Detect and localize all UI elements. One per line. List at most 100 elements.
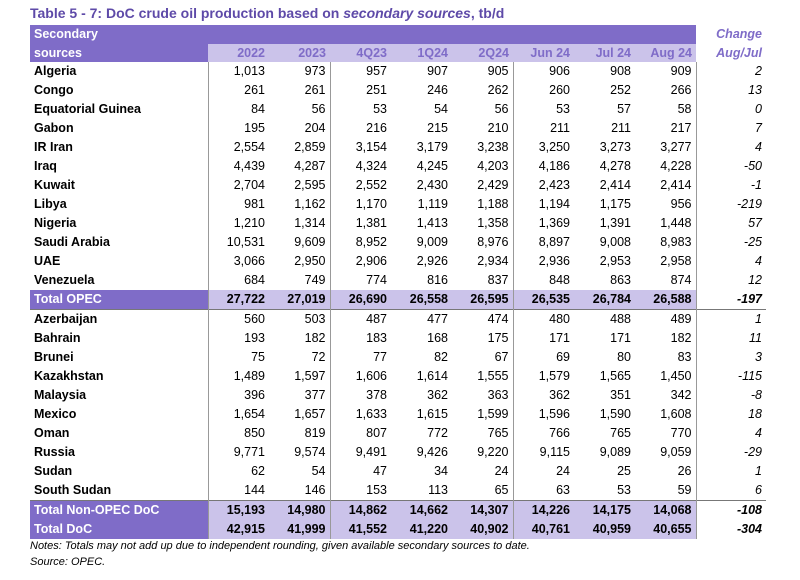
table-row: Equatorial Guinea 84 56 53 54 56 53 57 58 0 (30, 100, 766, 119)
value-cell: 487 (329, 309, 391, 329)
value-cell: 684 (207, 271, 269, 290)
value-cell: 1,565 (599, 369, 631, 383)
change-cell: -1 (695, 176, 766, 195)
value-cell: 26,535 (512, 290, 574, 310)
value-cell: 848 (512, 271, 574, 290)
change-cell: 6 (695, 481, 766, 501)
title-suffix: , tb/d (470, 5, 505, 21)
header-change-line1: Change (696, 25, 766, 44)
value-cell: 14,175 (574, 500, 635, 520)
value-cell: 362 (427, 388, 448, 402)
value-cell: 2,554 (207, 138, 269, 157)
value-cell: 4,287 (294, 159, 326, 173)
value-cell: 973 (304, 64, 326, 78)
value-cell: 816 (427, 273, 448, 287)
table-row: Saudi Arabia 10,531 9,609 8,952 9,009 8,976 8,… (30, 233, 766, 252)
change-cell: -115 (695, 367, 766, 386)
column-header: 2Q24 (452, 44, 513, 62)
country-name: Nigeria (34, 216, 77, 230)
change-cell: 1 (695, 462, 766, 481)
value-cell: 772 (427, 426, 448, 440)
value-cell: 1,555 (477, 369, 509, 383)
value-cell: 377 (304, 388, 326, 402)
value-cell: 850 (207, 424, 269, 443)
value-cell: 863 (610, 273, 631, 287)
value-cell: 58 (677, 102, 692, 116)
value-cell: 1,188 (477, 197, 509, 211)
value-cell: 193 (207, 329, 269, 348)
value-cell: 216 (329, 119, 391, 138)
column-header: 2023 (269, 44, 330, 62)
value-cell: 195 (207, 119, 269, 138)
table-row: Nigeria 1,210 1,314 1,381 1,413 1,358 1,369 1,3… (30, 214, 766, 233)
value-cell: 981 (207, 195, 269, 214)
value-cell: 363 (487, 388, 509, 402)
value-cell: 4,439 (207, 157, 269, 176)
value-cell: 765 (487, 426, 509, 440)
value-cell: 2,423 (512, 176, 574, 195)
value-cell: 503 (269, 309, 330, 329)
change-cell: 13 (695, 81, 766, 100)
value-cell: 4,228 (660, 159, 692, 173)
header-row-2: sources 2022 2023 4Q23 1Q24 2Q24 Jun 24 … (30, 44, 766, 62)
value-cell: 488 (574, 309, 635, 329)
value-cell: 2,595 (294, 178, 326, 192)
value-cell: 1,381 (329, 214, 391, 233)
value-cell: 210 (487, 121, 509, 135)
value-cell: 24 (494, 464, 509, 478)
value-cell: 65 (494, 483, 509, 497)
value-cell: 1,175 (599, 197, 631, 211)
country-name: South Sudan (34, 483, 112, 497)
value-cell: 261 (304, 83, 326, 97)
value-cell: 2,926 (416, 254, 448, 268)
table-row: Brunei 75 72 77 82 67 69 80 83 3 (30, 348, 766, 367)
column-header: Jul 24 (574, 44, 635, 62)
value-cell: 14,862 (329, 500, 391, 520)
column-header: 4Q23 (330, 44, 391, 62)
value-cell: 211 (512, 119, 574, 138)
change-cell: 1 (695, 309, 766, 329)
table-body: Algeria 1,013 973 957 907 905 906 908 909 2 Congo 2… (30, 62, 766, 539)
value-cell: 41,999 (269, 520, 330, 539)
country-name: Total DoC (30, 520, 208, 539)
change-cell: 4 (695, 252, 766, 271)
value-cell: 1,615 (416, 407, 448, 421)
value-cell: 14,980 (269, 500, 330, 520)
value-cell: 1,119 (417, 197, 448, 211)
value-cell: 9,008 (599, 235, 631, 249)
value-cell: 4,203 (477, 159, 509, 173)
change-cell: 12 (695, 271, 766, 290)
value-cell: 3,154 (329, 138, 391, 157)
value-cell: 909 (670, 64, 692, 78)
value-cell: 8,983 (660, 235, 692, 249)
notes-text: Notes: Totals may not add up due to inde… (30, 540, 530, 552)
country-name: Malaysia (34, 388, 87, 402)
value-cell: 26,588 (635, 290, 696, 310)
value-cell: 3,238 (477, 140, 509, 154)
value-cell: 2,953 (599, 254, 631, 268)
country-name: Kuwait (34, 178, 75, 192)
value-cell: 2,552 (329, 176, 391, 195)
value-cell: 1,448 (660, 216, 692, 230)
value-cell: 27,019 (269, 290, 330, 310)
table-row: IR Iran 2,554 2,859 3,154 3,179 3,238 3,250 3,2… (30, 138, 766, 157)
value-cell: 3,250 (512, 138, 574, 157)
value-cell: 62 (207, 462, 269, 481)
value-cell: 80 (617, 350, 631, 364)
value-cell: 9,220 (477, 445, 509, 459)
table-title: Table 5 - 7: DoC crude oil production ba… (30, 5, 504, 21)
table-row: Congo 261 261 251 246 262 260 252 266 13 (30, 81, 766, 100)
value-cell: 144 (207, 481, 269, 501)
value-cell: 211 (611, 121, 631, 135)
value-cell: 1,606 (329, 367, 391, 386)
title-prefix: Table 5 - 7: DoC crude oil production ba… (30, 5, 344, 21)
table-row: Russia 9,771 9,574 9,491 9,426 9,220 9,115 9,08… (30, 443, 766, 462)
value-cell: 1,162 (294, 197, 326, 211)
table-row: Kazakhstan 1,489 1,597 1,606 1,614 1,555 1,579… (30, 367, 766, 386)
value-cell: 10,531 (207, 233, 269, 252)
value-cell: 908 (610, 64, 631, 78)
country-name: Sudan (34, 464, 73, 478)
value-cell: 3,179 (416, 140, 448, 154)
value-cell: 182 (304, 331, 326, 345)
doc-row: Total DoC 42,915 41,999 41,552 41,220 40,902 4… (30, 520, 766, 539)
